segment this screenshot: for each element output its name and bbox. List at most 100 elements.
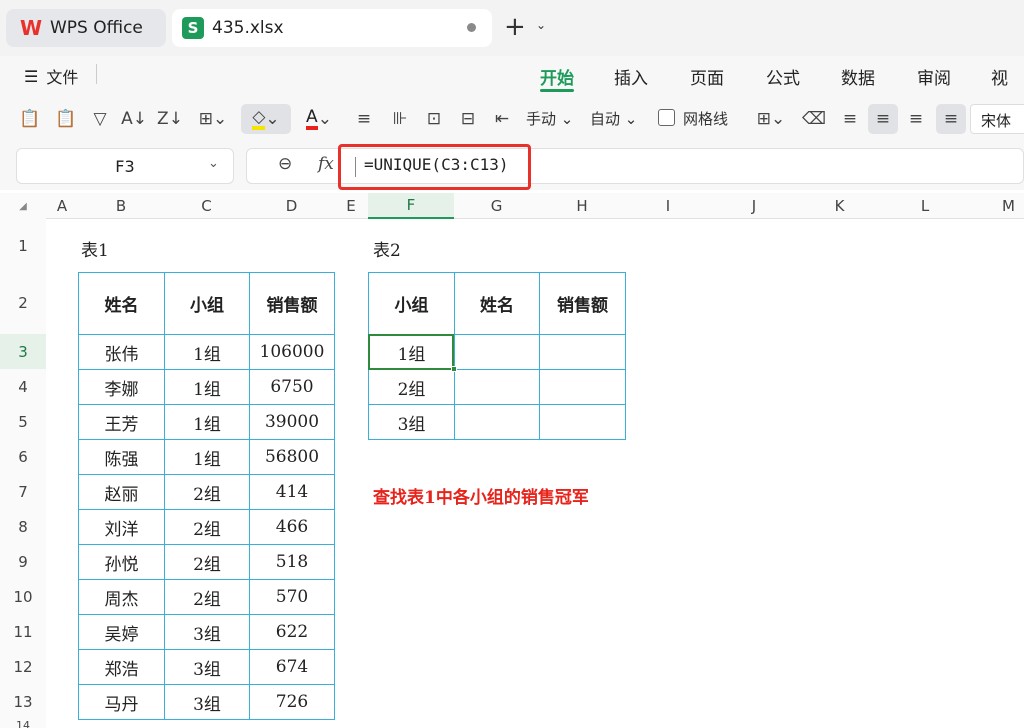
menu-tab-insert[interactable]: 插入 (614, 64, 648, 89)
menu-tab-formula[interactable]: 公式 (766, 64, 800, 89)
row-header-5[interactable]: 5 (0, 404, 46, 439)
table2-cell[interactable]: 2组 (368, 369, 455, 405)
font-color-icon[interactable]: A ⌄ (298, 104, 340, 134)
row-header-12[interactable]: 12 (0, 649, 46, 684)
sort-descending-icon[interactable]: Z↓ (156, 104, 184, 134)
table1-cell[interactable]: 414 (249, 474, 335, 510)
name-box[interactable]: F3 (16, 148, 234, 184)
table1-cell[interactable]: 王芳 (78, 404, 165, 440)
insert-column-icon[interactable]: ⊟ (454, 104, 482, 134)
row-header-3[interactable]: 3 (0, 334, 46, 369)
column-header-e[interactable]: E (334, 193, 368, 219)
row-header-7[interactable]: 7 (0, 474, 46, 509)
table1-cell[interactable]: 李娜 (78, 369, 165, 405)
menu-tab-page[interactable]: 页面 (690, 64, 724, 89)
column-header-k[interactable]: K (797, 193, 882, 219)
borders-icon[interactable]: ⊞⌄ (192, 104, 234, 134)
freeze-icon[interactable]: ⇤ (488, 104, 516, 134)
table1-cell[interactable]: 674 (249, 649, 335, 685)
table2-header-name[interactable]: 姓名 (454, 272, 540, 335)
table1-cell[interactable]: 郑浩 (78, 649, 165, 685)
row-header-14[interactable]: 14 (0, 719, 46, 728)
menu-tab-data[interactable]: 数据 (841, 64, 875, 89)
table1-cell[interactable]: 1组 (164, 439, 250, 475)
table1-cell[interactable]: 3组 (164, 649, 250, 685)
table1-cell[interactable]: 孙悦 (78, 544, 165, 580)
align-left-icon[interactable]: ≡ (836, 104, 864, 134)
tab-file[interactable]: S 435.xlsx (172, 9, 492, 47)
table2-cell[interactable] (539, 404, 626, 440)
column-header-f[interactable]: F (368, 193, 454, 219)
fill-color-icon[interactable]: ◇ ⌄ (241, 104, 291, 134)
table1-cell[interactable]: 1组 (164, 369, 250, 405)
table1-cell[interactable]: 570 (249, 579, 335, 615)
font-family-select[interactable]: 宋体 (970, 104, 1024, 134)
column-header-b[interactable]: B (78, 193, 164, 219)
table2-header-sales[interactable]: 销售额 (539, 272, 626, 335)
clear-format-icon[interactable]: ⌫ (800, 104, 828, 134)
table2-cell[interactable] (539, 334, 626, 370)
table1-cell[interactable]: 2组 (164, 579, 250, 615)
table1-cell[interactable]: 周杰 (78, 579, 165, 615)
row-height-manual[interactable]: 手动 ⌄ (526, 108, 573, 129)
row-header-1[interactable]: 1 (0, 219, 46, 272)
row-header-4[interactable]: 4 (0, 369, 46, 404)
new-tab-plus-icon[interactable]: + (504, 12, 526, 42)
insert-row-icon[interactable]: ⊡ (420, 104, 448, 134)
menu-tab-home[interactable]: 开始 (540, 64, 574, 89)
table2-cell[interactable] (454, 334, 540, 370)
tab-wps-office[interactable]: W WPS Office (6, 9, 166, 47)
table2-cell[interactable]: 3组 (368, 404, 455, 440)
table1-cell[interactable]: 2组 (164, 474, 250, 510)
table1-cell[interactable]: 518 (249, 544, 335, 580)
gridlines-checkbox[interactable] (658, 109, 675, 126)
table1-cell[interactable]: 1组 (164, 334, 250, 370)
table2-cell[interactable] (454, 369, 540, 405)
align-middle-icon[interactable]: ≡ (936, 104, 966, 134)
row-header-8[interactable]: 8 (0, 509, 46, 544)
table1-cell[interactable]: 6750 (249, 369, 335, 405)
paste-values-icon[interactable]: 📋 (16, 104, 44, 134)
row-header-13[interactable]: 13 (0, 684, 46, 719)
table1-cell[interactable]: 1组 (164, 404, 250, 440)
row-header-2[interactable]: 2 (0, 272, 46, 334)
table1-cell[interactable]: 陈强 (78, 439, 165, 475)
align-right-icon[interactable]: ≡ (902, 104, 930, 134)
column-header-d[interactable]: D (249, 193, 334, 219)
table1-header-name[interactable]: 姓名 (78, 272, 165, 335)
table2-header-group[interactable]: 小组 (368, 272, 455, 335)
table2-cell[interactable] (454, 404, 540, 440)
column-header-j[interactable]: J (711, 193, 797, 219)
row-header-11[interactable]: 11 (0, 614, 46, 649)
filter-icon[interactable]: ▽ (88, 104, 112, 134)
table1-cell[interactable]: 56800 (249, 439, 335, 475)
column-header-m[interactable]: M (968, 193, 1024, 219)
table1-cell[interactable]: 466 (249, 509, 335, 545)
table1-cell[interactable]: 吴婷 (78, 614, 165, 650)
table1-cell[interactable]: 39000 (249, 404, 335, 440)
column-header-c[interactable]: C (164, 193, 249, 219)
wrap-text-icon[interactable]: ≡ (350, 104, 378, 134)
table1-cell[interactable]: 张伟 (78, 334, 165, 370)
table1-cell[interactable]: 刘洋 (78, 509, 165, 545)
column-header-a[interactable]: A (46, 193, 78, 219)
new-tab-chevron-icon[interactable]: ⌄ (536, 18, 546, 32)
select-all-corner[interactable]: ◢ (0, 193, 46, 219)
table1-header-group[interactable]: 小组 (164, 272, 250, 335)
row-header-6[interactable]: 6 (0, 439, 46, 474)
table1-cell[interactable]: 3组 (164, 684, 250, 720)
row-header-9[interactable]: 9 (0, 544, 46, 579)
zoom-icon[interactable]: ⊖ (278, 154, 292, 174)
merge-cells-icon[interactable]: ⊪ (386, 104, 414, 134)
paste-format-icon[interactable]: 📋 (52, 104, 80, 134)
fx-icon[interactable]: fx (318, 154, 334, 174)
column-header-i[interactable]: I (625, 193, 711, 219)
table2-cell[interactable] (539, 369, 626, 405)
row-header-10[interactable]: 10 (0, 579, 46, 614)
unsaved-dot-icon[interactable] (467, 23, 476, 32)
table1-cell[interactable]: 3组 (164, 614, 250, 650)
fill-handle[interactable] (451, 366, 457, 372)
name-box-chevron-icon[interactable]: ⌄ (208, 156, 219, 171)
column-header-g[interactable]: G (454, 193, 539, 219)
file-menu[interactable]: ☰ 文件 (24, 64, 78, 88)
